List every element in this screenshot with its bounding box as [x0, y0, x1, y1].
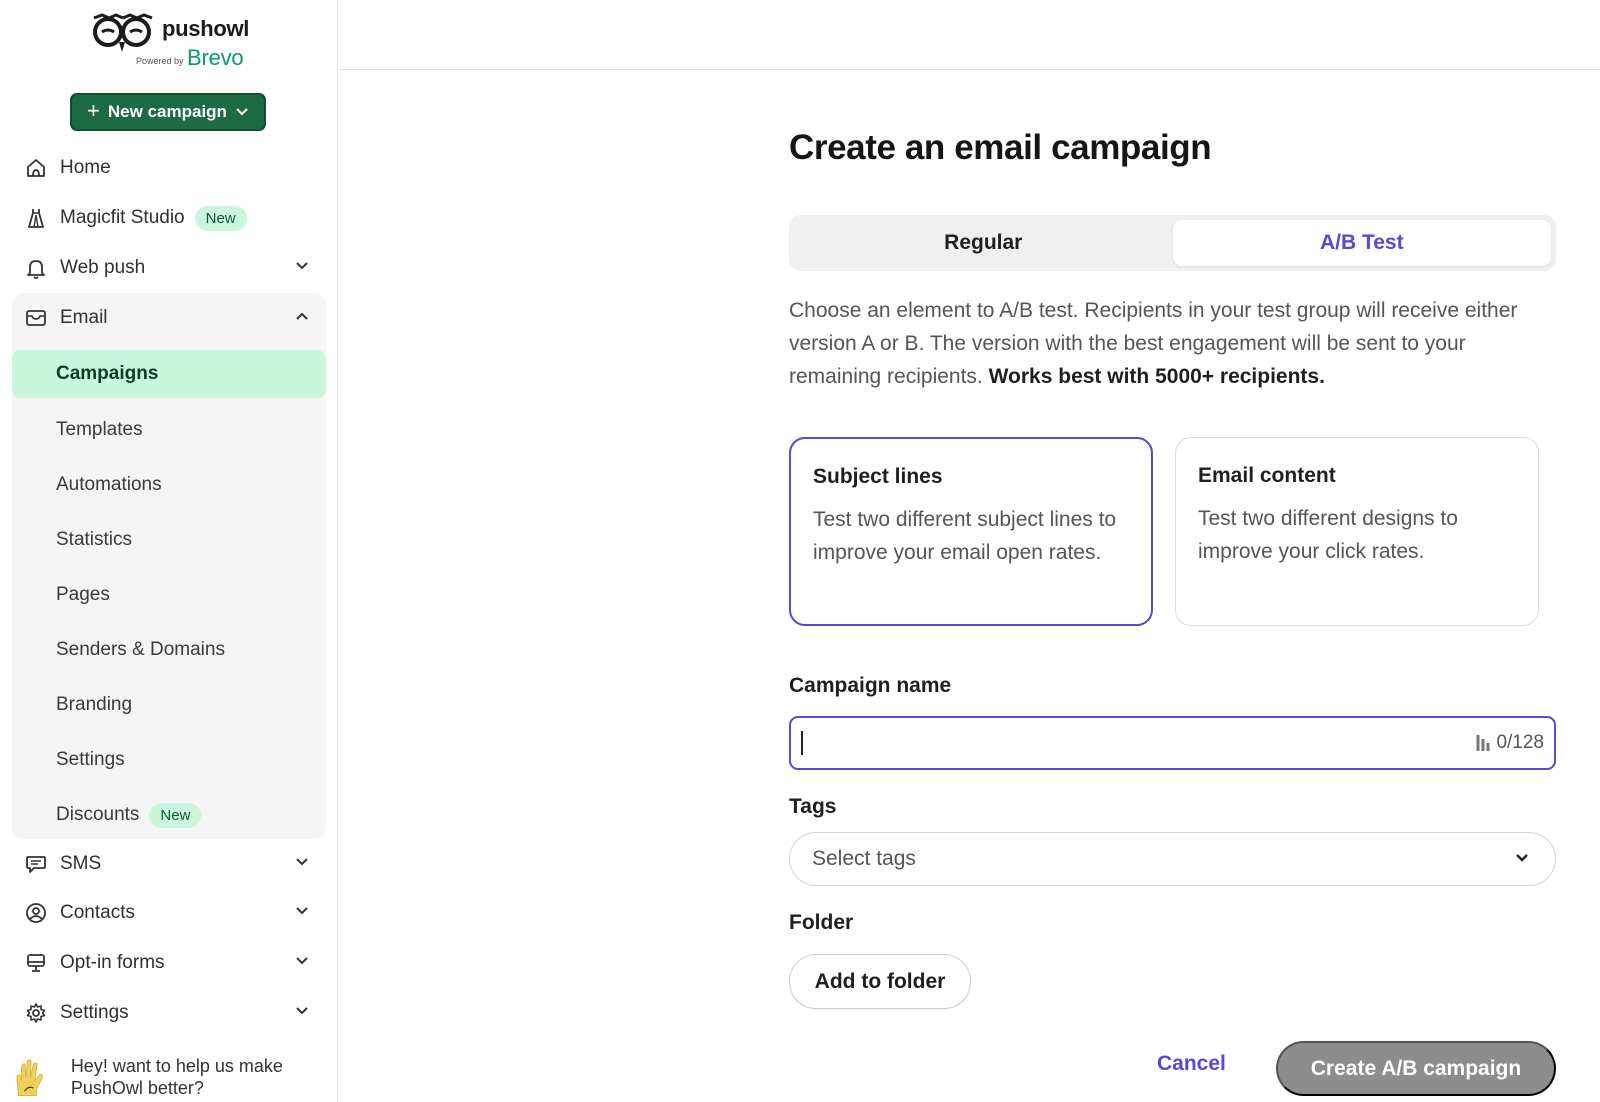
sidebar-item-label: Settings [60, 1002, 129, 1023]
character-count-text: 0/128 [1496, 732, 1544, 753]
chevron-down-icon [296, 858, 308, 866]
option-description: Test two different subject lines to impr… [813, 508, 1117, 564]
campaign-name-input[interactable] [791, 718, 1554, 768]
chevron-down-icon [236, 108, 248, 116]
sidebar-item-label: Automations [56, 474, 162, 495]
tab-ab-test[interactable]: A/B Test [1172, 220, 1551, 266]
sidebar-item-automations[interactable]: Automations [12, 461, 326, 509]
sidebar-item-label: Statistics [56, 529, 133, 550]
gear-icon [12, 1002, 60, 1024]
new-badge: New [149, 802, 202, 828]
chevron-down-icon [296, 957, 308, 965]
monitor-icon [12, 952, 60, 974]
ab-test-description: Choose an element to A/B test. Recipient… [789, 294, 1556, 393]
sidebar-item-contacts[interactable]: Contacts [12, 891, 326, 935]
folder-label: Folder [789, 911, 854, 934]
sidebar-item-label: Contacts [60, 902, 135, 923]
mail-icon [12, 307, 60, 329]
sidebar-item-pages[interactable]: Pages [12, 571, 326, 619]
chevron-down-icon [296, 1007, 308, 1015]
sidebar-item-senders-domains[interactable]: Senders & Domains [12, 626, 326, 674]
pushowl-logo[interactable]: pushowl Powered by Brevo [92, 12, 262, 72]
sidebar-item-email[interactable]: Email [12, 296, 326, 340]
sidebar-item-label: Campaigns [56, 363, 159, 384]
tab-regular[interactable]: Regular [794, 220, 1173, 266]
sidebar-item-label: Templates [56, 419, 143, 440]
sidebar-item-label: Pages [56, 584, 110, 605]
new-badge: New [194, 205, 247, 231]
campaign-name-field-wrapper: 0/128 [789, 716, 1556, 770]
character-counter: 0/128 [1476, 732, 1544, 754]
powered-by-text: Powered by [136, 56, 184, 66]
sidebar-item-discounts[interactable]: Discounts New [12, 791, 326, 839]
sidebar: pushowl Powered by Brevo + New campaign … [0, 0, 338, 1102]
tags-label: Tags [789, 795, 837, 818]
chevron-down-icon [296, 262, 308, 270]
chevron-up-icon [296, 312, 308, 320]
chevron-down-icon [1516, 854, 1528, 862]
sidebar-item-label: Branding [56, 694, 133, 715]
sidebar-item-email-settings[interactable]: Settings [12, 736, 326, 784]
brevo-wordmark: Brevo [187, 45, 244, 70]
user-circle-icon [12, 902, 60, 924]
character-count-icon [1476, 735, 1490, 751]
sidebar-item-label: Discounts [56, 804, 140, 825]
home-icon [12, 157, 60, 179]
sidebar-item-label: SMS [60, 853, 102, 874]
new-campaign-button[interactable]: + New campaign [70, 93, 266, 131]
sidebar-item-label: Web push [60, 257, 146, 278]
sidebar-item-settings[interactable]: Settings [12, 991, 326, 1035]
option-subject-lines[interactable]: Subject lines Test two different subject… [789, 437, 1153, 626]
option-title: Email content [1198, 464, 1336, 487]
sidebar-item-opt-in-forms[interactable]: Opt-in forms [12, 941, 326, 985]
option-email-content[interactable]: Email content Test two different designs… [1175, 437, 1539, 626]
sidebar-item-label: Opt-in forms [60, 952, 165, 973]
page-title: Create an email campaign [789, 128, 1212, 167]
sidebar-item-label: Home [60, 157, 111, 178]
sidebar-item-label: Settings [56, 749, 125, 770]
waving-hand-icon [16, 1059, 43, 1097]
text-cursor [801, 731, 803, 755]
chevron-down-icon [296, 907, 308, 915]
new-campaign-label: New campaign [107, 102, 227, 121]
feedback-prompt[interactable]: Hey! want to help us make PushOwl better… [14, 1052, 332, 1102]
campaign-type-toggle: Regular A/B Test [789, 215, 1556, 271]
sidebar-item-branding[interactable]: Branding [12, 681, 326, 729]
feedback-text: Hey! want to help us make PushOwl better… [70, 1056, 283, 1098]
logo-wordmark: pushowl [162, 16, 250, 41]
description-emphasis: Works best with 5000+ recipients. [988, 365, 1325, 388]
tags-select[interactable]: Select tags [789, 832, 1556, 886]
cancel-button[interactable]: Cancel [1157, 1052, 1226, 1076]
sidebar-item-sms[interactable]: SMS [12, 842, 326, 886]
create-ab-campaign-button[interactable]: Create A/B campaign [1276, 1041, 1556, 1096]
option-title: Subject lines [813, 465, 943, 488]
option-description: Test two different designs to improve yo… [1198, 507, 1458, 563]
chat-icon [12, 853, 60, 875]
sidebar-item-home[interactable]: Home [12, 146, 326, 190]
sidebar-item-label: Magicfit Studio [60, 207, 185, 228]
sidebar-item-campaigns[interactable]: Campaigns [12, 350, 326, 398]
add-to-folder-button[interactable]: Add to folder [789, 954, 971, 1009]
plus-icon: + [87, 98, 100, 123]
top-bar [339, 0, 1600, 70]
sidebar-item-magicfit-studio[interactable]: Magicfit Studio New [12, 196, 326, 240]
sidebar-item-label: Senders & Domains [56, 639, 225, 660]
dress-icon [12, 207, 60, 229]
sidebar-item-web-push[interactable]: Web push [12, 246, 326, 290]
bell-icon [12, 257, 60, 279]
sidebar-item-label: Email [60, 307, 108, 328]
tags-placeholder: Select tags [812, 847, 916, 870]
sidebar-item-templates[interactable]: Templates [12, 406, 326, 454]
sidebar-item-statistics[interactable]: Statistics [12, 516, 326, 564]
owl-logo-icon [93, 13, 153, 52]
campaign-name-label: Campaign name [789, 674, 952, 697]
